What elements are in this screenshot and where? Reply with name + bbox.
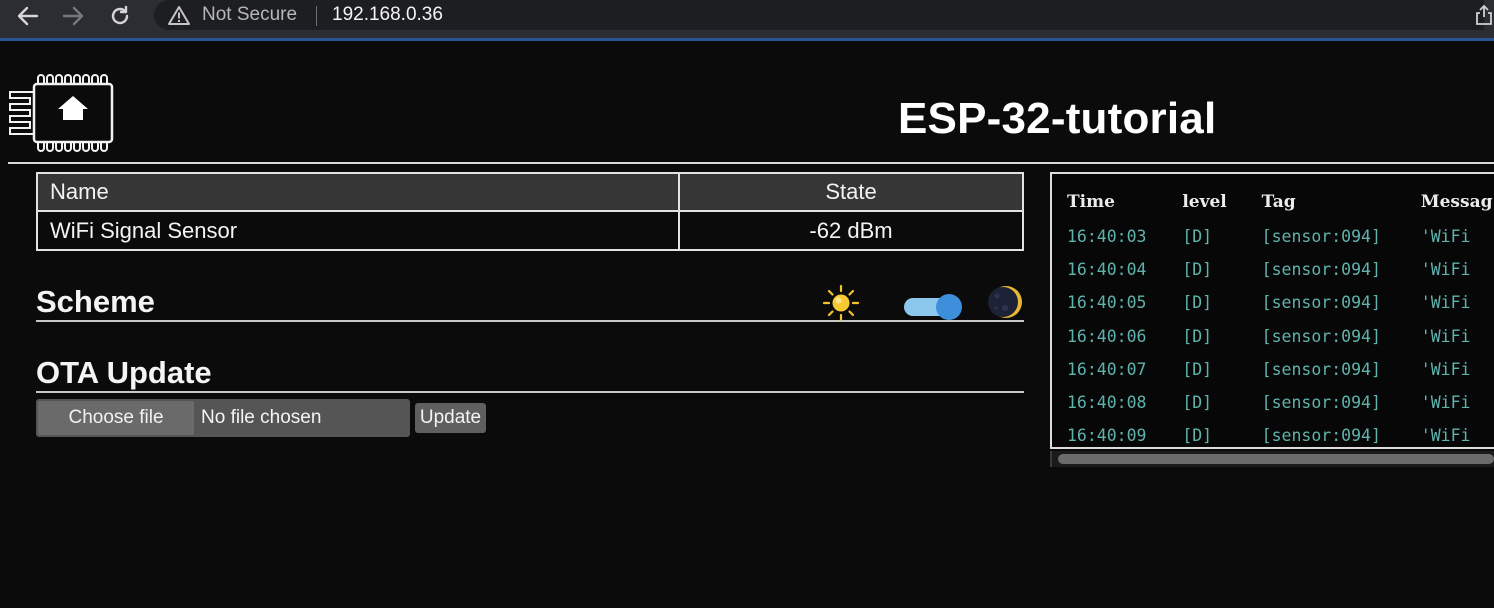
log-time: 16:40:08 <box>1067 393 1147 413</box>
reload-icon <box>111 5 129 25</box>
log-row: 16:40:07 [D] [sensor:094] 'WiFi <box>1067 353 1494 386</box>
log-tag: [sensor:094] <box>1261 326 1381 346</box>
update-button[interactable]: Update <box>415 403 486 433</box>
log-message: 'WiFi <box>1420 426 1471 446</box>
log-horizontal-scrollbar[interactable] <box>1050 451 1494 467</box>
ota-heading: OTA Update <box>36 355 212 390</box>
choose-file-button[interactable]: Choose file <box>38 401 194 435</box>
log-tag: [sensor:094] <box>1261 293 1381 313</box>
log-tag: [sensor:094] <box>1261 227 1381 247</box>
entity-table: Name State WiFi Signal Sensor -62 dBm <box>36 172 1024 251</box>
log-row: 16:40:03 [D] [sensor:094] 'WiFi <box>1067 220 1494 253</box>
log-level: [D] <box>1182 393 1213 413</box>
sun-icon <box>822 284 860 322</box>
firmware-file-input[interactable]: Choose file No file chosen <box>36 399 410 437</box>
log-panel[interactable]: Time level Tag Messag 16:40:03 [D] [sens… <box>1050 172 1494 449</box>
log-level: [D] <box>1182 426 1213 446</box>
log-message: 'WiFi <box>1420 293 1471 313</box>
arrow-left-icon <box>17 6 39 26</box>
log-message: 'WiFi <box>1420 326 1471 346</box>
log-message: 'WiFi <box>1420 260 1471 280</box>
log-column-level: level <box>1182 192 1227 212</box>
toggle-knob <box>936 294 962 320</box>
address-bar[interactable]: Not Secure 192.168.0.36 <box>154 0 1484 30</box>
moon-icon <box>988 286 1022 318</box>
log-time: 16:40:03 <box>1067 227 1147 247</box>
scheme-heading: Scheme <box>36 284 155 319</box>
file-status: No file chosen <box>201 407 322 428</box>
log-table: Time level Tag Messag 16:40:03 [D] [sens… <box>1067 184 1494 447</box>
log-tag: [sensor:094] <box>1261 359 1381 379</box>
url-text[interactable]: 192.168.0.36 <box>332 4 443 26</box>
column-header-name: Name <box>36 172 680 212</box>
log-column-message: Messag <box>1420 192 1493 212</box>
log-level: [D] <box>1182 227 1213 247</box>
log-column-time: Time <box>1067 192 1115 212</box>
log-time: 16:40:07 <box>1067 359 1147 379</box>
log-tag: [sensor:094] <box>1261 393 1381 413</box>
log-level: [D] <box>1182 326 1213 346</box>
arrow-right-icon <box>62 6 84 26</box>
page-title: ESP-32-tutorial <box>898 94 1217 143</box>
log-tag: [sensor:094] <box>1261 260 1381 280</box>
table-row: WiFi Signal Sensor -62 dBm <box>36 210 1024 251</box>
column-header-state: State <box>678 172 1024 212</box>
log-header-row: Time level Tag Messag <box>1067 184 1494 220</box>
log-message: 'WiFi <box>1420 227 1471 247</box>
log-time: 16:40:05 <box>1067 293 1147 313</box>
security-status[interactable]: Not Secure <box>202 4 297 26</box>
log-row: 16:40:06 [D] [sensor:094] 'WiFi <box>1067 320 1494 353</box>
log-tag: [sensor:094] <box>1261 426 1381 446</box>
log-message: 'WiFi <box>1420 393 1471 413</box>
address-divider <box>316 6 317 26</box>
reload-button[interactable] <box>105 2 135 30</box>
log-message: 'WiFi <box>1420 359 1471 379</box>
log-level: [D] <box>1182 293 1213 313</box>
ota-divider <box>36 391 1024 393</box>
log-time: 16:40:09 <box>1067 426 1147 446</box>
log-row: 16:40:08 [D] [sensor:094] 'WiFi <box>1067 386 1494 419</box>
entity-name: WiFi Signal Sensor <box>36 210 680 251</box>
log-time: 16:40:06 <box>1067 326 1147 346</box>
log-level: [D] <box>1182 260 1213 280</box>
dark-mode-toggle[interactable] <box>904 294 962 320</box>
browser-toolbar: Not Secure 192.168.0.36 <box>0 0 1494 41</box>
log-row: 16:40:04 [D] [sensor:094] 'WiFi <box>1067 253 1494 286</box>
log-row: 16:40:09 [D] [sensor:094] 'WiFi <box>1067 419 1494 447</box>
header-divider <box>8 162 1494 164</box>
scheme-divider <box>36 320 1024 322</box>
entity-state: -62 dBm <box>678 210 1024 251</box>
warning-icon[interactable] <box>168 5 190 25</box>
log-column-tag: Tag <box>1261 192 1296 212</box>
log-row: 16:40:05 [D] [sensor:094] 'WiFi <box>1067 286 1494 319</box>
scrollbar-thumb[interactable] <box>1058 454 1494 464</box>
home-chip-icon[interactable] <box>6 72 116 156</box>
back-button[interactable] <box>13 2 43 30</box>
log-level: [D] <box>1182 359 1213 379</box>
log-time: 16:40:04 <box>1067 260 1147 280</box>
forward-button[interactable] <box>58 2 88 30</box>
table-header-row: Name State <box>36 172 1024 212</box>
share-icon[interactable] <box>1474 4 1494 26</box>
